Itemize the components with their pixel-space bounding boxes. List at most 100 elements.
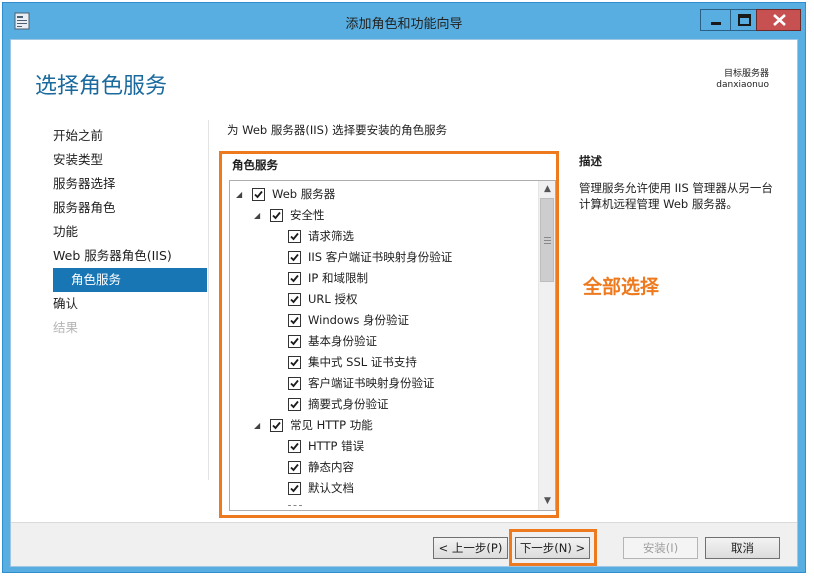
- cancel-button[interactable]: 取消: [705, 537, 780, 559]
- wizard-header: 选择角色服务 目标服务器 danxiaonuo: [11, 40, 797, 116]
- wizard-nav: 开始之前 安装类型 服务器选择 服务器角色 功能 Web 服务器角色(IIS) …: [11, 124, 207, 340]
- nav-item-before-you-begin[interactable]: 开始之前: [11, 124, 207, 148]
- tree-checkbox[interactable]: [288, 377, 301, 390]
- tree-checkbox[interactable]: [288, 440, 301, 453]
- description-text: 管理服务允许使用 IIS 管理器从另一台计算机远程管理 Web 服务器。: [579, 181, 773, 211]
- close-button[interactable]: [756, 9, 801, 31]
- tree-item[interactable]: ◢ Web 服务器: [230, 184, 538, 205]
- nav-item-results: 结果: [53, 320, 79, 335]
- tree-item[interactable]: ◢ 安全性: [230, 205, 538, 226]
- tree-checkbox[interactable]: [288, 272, 301, 285]
- tree-checkbox[interactable]: [288, 314, 301, 327]
- tree-checkbox[interactable]: [288, 461, 301, 474]
- checkmark-icon: [290, 379, 299, 388]
- tree-item-label: 请求筛选: [308, 229, 354, 243]
- tree-item[interactable]: IIS 客户端证书映射身份验证: [230, 247, 538, 268]
- expand-arrow-icon[interactable]: ◢: [254, 415, 260, 436]
- role-services-tree[interactable]: ◢ Web 服务器 ◢ 安全性请求筛选 IIS 客户端证书映射身份验证 IP 和域限制 UR…: [229, 180, 556, 511]
- tree-scrollbar[interactable]: ▲ ▼: [538, 181, 555, 510]
- tree-item[interactable]: 静态内容: [230, 457, 538, 478]
- tree-item-label: 客户端证书映射身份验证: [308, 376, 435, 390]
- nav-item-confirmation[interactable]: 确认: [11, 292, 207, 316]
- page-title: 选择角色服务: [35, 74, 168, 99]
- tree-item-label: 默认文档: [308, 481, 354, 495]
- nav-item-role-services[interactable]: 角色服务: [53, 268, 207, 292]
- target-server-label: 目标服务器: [723, 69, 769, 79]
- select-all-annotation: 全部选择: [583, 276, 660, 298]
- tree-item[interactable]: 集中式 SSL 证书支持: [230, 352, 538, 373]
- tree-item[interactable]: URL 授权: [230, 289, 538, 310]
- wizard-window: 添加角色和功能向导 选择角色服务 目标服务器 danxiaonuo 开始之前 安…: [2, 2, 806, 573]
- checkmark-icon: [290, 358, 299, 367]
- scroll-down-arrow-icon[interactable]: ▼: [540, 493, 555, 510]
- tree-checkbox[interactable]: [252, 188, 265, 201]
- scroll-grip-icon: [544, 237, 551, 244]
- tree-item[interactable]: IP 和域限制: [230, 268, 538, 289]
- maximize-icon: [738, 14, 751, 26]
- tree-item-label: 常见 HTTP 功能: [290, 418, 373, 432]
- window-title: 添加角色和功能向导: [345, 17, 463, 32]
- tree-item[interactable]: 摘要式身份验证: [230, 394, 538, 415]
- nav-item-web-server-role[interactable]: Web 服务器角色(IIS): [11, 244, 207, 268]
- checkmark-icon: [290, 463, 299, 472]
- tree-item-label: 摘要式身份验证: [308, 397, 389, 411]
- expand-arrow-icon[interactable]: ◢: [254, 205, 260, 226]
- scroll-up-arrow-icon[interactable]: ▲: [540, 181, 555, 198]
- tree-checkbox[interactable]: [270, 209, 283, 222]
- nav-item-features[interactable]: 功能: [11, 220, 207, 244]
- checkmark-icon: [272, 421, 281, 430]
- title-bar[interactable]: 添加角色和功能向导: [3, 3, 805, 39]
- description-heading: 描述: [579, 154, 602, 168]
- wizard-client-area: 选择角色服务 目标服务器 danxiaonuo 开始之前 安装类型 服务器选择 …: [10, 39, 798, 567]
- tree-item-label: IIS 客户端证书映射身份验证: [308, 250, 453, 264]
- tree-item-label: URL 授权: [308, 292, 358, 306]
- checkmark-icon: [290, 295, 299, 304]
- tree-item-label: 集中式 SSL 证书支持: [308, 355, 417, 369]
- next-button[interactable]: 下一步(N) >: [515, 537, 590, 559]
- checkmark-icon: [290, 253, 299, 262]
- tree-item[interactable]: HTTP 错误: [230, 436, 538, 457]
- tree-item-label: Web 服务器: [272, 187, 336, 201]
- tree-checkbox[interactable]: [288, 335, 301, 348]
- minimize-icon: [711, 22, 721, 25]
- tree-item-label: IP 和域限制: [308, 271, 368, 285]
- checkmark-icon: [272, 211, 281, 220]
- tree-checkbox[interactable]: [288, 398, 301, 411]
- tree-checkbox[interactable]: [288, 356, 301, 369]
- checkmark-icon: [290, 484, 299, 493]
- tree-checkbox[interactable]: [288, 293, 301, 306]
- tree-checkbox[interactable]: [288, 230, 301, 243]
- tree-item[interactable]: 默认文档: [230, 478, 538, 499]
- checkmark-icon: [290, 400, 299, 409]
- tree-item[interactable]: Windows 身份验证: [230, 310, 538, 331]
- tree-list: ◢ Web 服务器 ◢ 安全性请求筛选 IIS 客户端证书映射身份验证 IP 和域限制 UR…: [230, 184, 538, 499]
- tree-checkbox[interactable]: [270, 419, 283, 432]
- target-server-name: danxiaonuo: [716, 80, 769, 90]
- tree-item[interactable]: ◢ 常见 HTTP 功能: [230, 415, 538, 436]
- tree-item[interactable]: 请求筛选: [230, 226, 538, 247]
- tree-item-label: Windows 身份验证: [308, 313, 409, 327]
- tree-item[interactable]: 基本身份验证: [230, 331, 538, 352]
- scroll-thumb[interactable]: [540, 198, 554, 282]
- nav-item-server-selection[interactable]: 服务器选择: [11, 172, 207, 196]
- tree-item-label: 静态内容: [308, 460, 354, 474]
- checkmark-icon: [290, 337, 299, 346]
- previous-button[interactable]: < 上一步(P): [433, 537, 508, 559]
- nav-item-server-roles[interactable]: 服务器角色: [11, 196, 207, 220]
- tree-more-indicator: [288, 505, 302, 506]
- minimize-button[interactable]: [700, 9, 731, 31]
- tree-item[interactable]: 客户端证书映射身份验证: [230, 373, 538, 394]
- tree-checkbox[interactable]: [288, 482, 301, 495]
- tree-item-label: 安全性: [290, 208, 325, 222]
- checkmark-icon: [290, 232, 299, 241]
- expand-arrow-icon[interactable]: ◢: [236, 184, 242, 205]
- wizard-footer: < 上一步(P) 下一步(N) > 安装(I) 取消: [11, 522, 797, 566]
- checkmark-icon: [290, 274, 299, 283]
- close-icon: [773, 14, 786, 26]
- tree-item-label: HTTP 错误: [308, 439, 365, 453]
- nav-divider: [208, 120, 209, 480]
- tree-checkbox[interactable]: [288, 251, 301, 264]
- checkmark-icon: [290, 442, 299, 451]
- nav-item-installation-type[interactable]: 安装类型: [11, 148, 207, 172]
- maximize-button[interactable]: [730, 9, 757, 31]
